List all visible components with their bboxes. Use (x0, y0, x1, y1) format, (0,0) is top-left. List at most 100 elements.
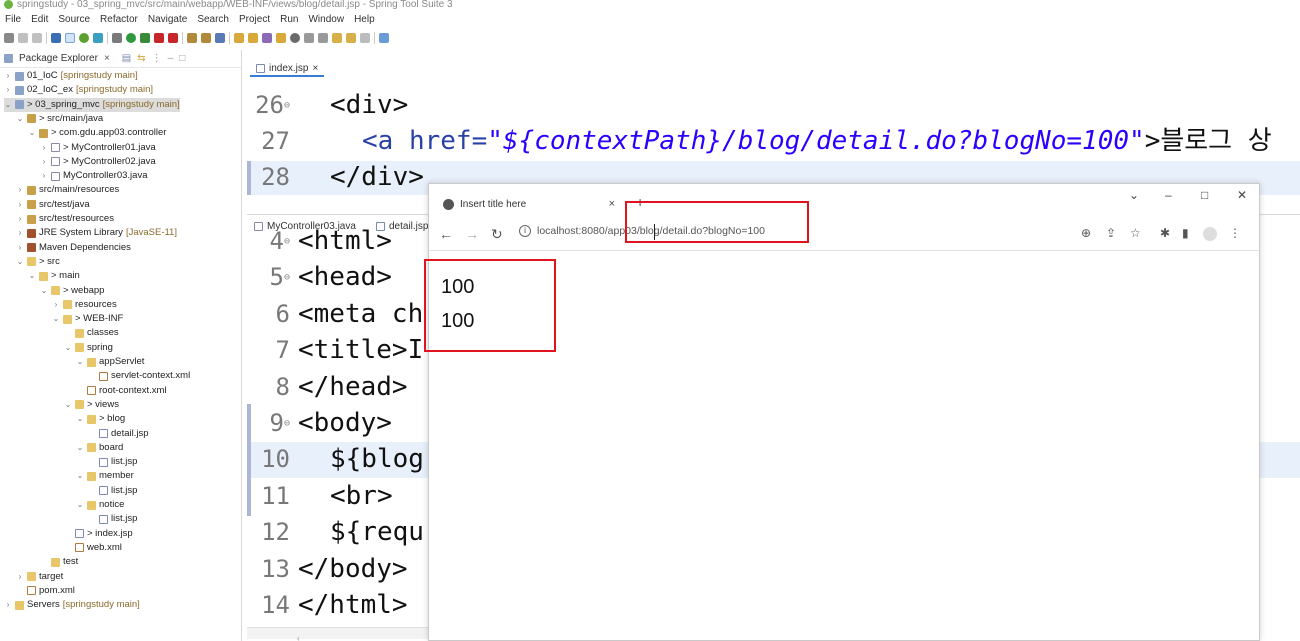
code-line-14[interactable]: </html> (298, 588, 408, 622)
code-line-13[interactable]: </body> (298, 552, 408, 586)
expand-toggle-icon[interactable]: ⌄ (52, 312, 60, 326)
expand-toggle-icon[interactable]: ⌄ (76, 355, 84, 369)
tree-item[interactable]: test (40, 555, 78, 569)
tree-item[interactable]: ⌄ > views (64, 398, 119, 412)
open-task-icon[interactable] (248, 33, 258, 43)
spring-boot-icon[interactable] (79, 33, 89, 43)
tree-item[interactable]: ⌄ > 03_spring_mvc [springstudy main] (4, 97, 180, 112)
collapse-all-icon[interactable]: ▤ (122, 53, 131, 64)
code-line-6[interactable]: <meta ch (298, 297, 423, 331)
menu-window[interactable]: Window (308, 14, 344, 25)
expand-toggle-icon[interactable]: › (4, 69, 12, 83)
code-line-8[interactable]: </head> (298, 370, 408, 404)
perspective-icon[interactable] (379, 33, 389, 43)
tree-item[interactable]: ⌄ appServlet (76, 355, 145, 369)
expand-toggle-icon[interactable]: › (40, 141, 48, 155)
tree-item[interactable]: › > MyController01.java (40, 141, 156, 155)
tree-item[interactable]: › src/test/resources (16, 212, 114, 226)
site-info-icon[interactable]: i (519, 225, 531, 237)
back-icon[interactable] (346, 33, 356, 43)
tree-item[interactable]: web.xml (64, 541, 122, 555)
side-panel-icon[interactable]: ▮ (1182, 226, 1189, 240)
tree-item[interactable]: › MyController03.java (40, 169, 148, 183)
tree-item[interactable]: ⌄ > src (16, 255, 60, 269)
tree-item[interactable]: › 02_IoC_ex [springstudy main] (4, 83, 153, 97)
expand-toggle-icon[interactable]: ⌄ (4, 98, 12, 112)
tree-item[interactable]: ⌄ member (76, 469, 134, 483)
close-view-icon[interactable]: × (104, 53, 110, 64)
expand-toggle-icon[interactable]: ⌄ (16, 255, 24, 269)
back-icon[interactable]: ← (439, 226, 453, 242)
tree-item[interactable]: pom.xml (16, 584, 75, 598)
new-project-icon[interactable] (187, 33, 197, 43)
code-line-5[interactable]: <head> (298, 260, 392, 294)
expand-toggle-icon[interactable]: ⌄ (64, 398, 72, 412)
search-icon[interactable] (276, 33, 286, 43)
expand-toggle-icon[interactable]: ⌄ (76, 469, 84, 483)
debug-icon[interactable] (112, 33, 122, 43)
tab-search-icon[interactable]: ⌄ (1129, 188, 1139, 202)
zoom-icon[interactable]: ⊕ (1081, 226, 1091, 240)
menu-kebab-icon[interactable]: ⋮ (1229, 226, 1241, 240)
expand-toggle-icon[interactable]: ⌄ (76, 412, 84, 426)
tree-item[interactable]: ⌄ > webapp (40, 284, 105, 298)
globe-icon[interactable] (290, 33, 300, 43)
run-server-icon[interactable] (140, 33, 150, 43)
tree-item[interactable]: classes (64, 326, 119, 340)
expand-toggle-icon[interactable]: › (4, 598, 12, 612)
forward-icon[interactable] (360, 33, 370, 43)
close-window-icon[interactable]: ✕ (1237, 188, 1247, 202)
close-tab-icon[interactable]: × (312, 63, 318, 74)
filter-icon[interactable]: ⋮ (152, 53, 162, 64)
expand-toggle-icon[interactable]: ⌄ (28, 126, 36, 140)
disconnect-icon[interactable] (168, 33, 178, 43)
new-class-icon[interactable] (215, 33, 225, 43)
package-explorer-title[interactable]: Package Explorer (19, 53, 98, 64)
expand-toggle-icon[interactable]: ⌄ (64, 341, 72, 355)
tree-item[interactable]: › src/test/java (16, 198, 90, 212)
annotation-icon[interactable] (262, 33, 272, 43)
tree-item[interactable]: › JRE System Library [JavaSE-11] (16, 226, 177, 240)
expand-toggle-icon[interactable]: ⌄ (40, 284, 48, 298)
code-line-12[interactable]: ${requ (330, 515, 424, 549)
bookmark-star-icon[interactable]: ☆ (1130, 226, 1141, 240)
menu-edit[interactable]: Edit (31, 14, 48, 25)
tree-item[interactable]: list.jsp (88, 484, 137, 498)
tree-item[interactable]: › > MyController02.java (40, 155, 156, 169)
tree-item[interactable]: › target (16, 570, 64, 584)
tree-item[interactable]: root-context.xml (76, 384, 167, 398)
browser-tab[interactable]: Insert title here × (435, 192, 625, 216)
stop-icon[interactable] (154, 33, 164, 43)
tree-item[interactable]: ⌄ > blog (76, 412, 126, 426)
code-line-4[interactable]: <html> (298, 224, 392, 258)
prev-annotation-icon[interactable] (318, 33, 328, 43)
minimize-icon[interactable]: – (1165, 188, 1172, 202)
toggle-icon[interactable] (65, 33, 75, 43)
expand-toggle-icon[interactable]: › (16, 570, 24, 584)
menu-refactor[interactable]: Refactor (100, 14, 138, 25)
fold-toggle-icon[interactable]: ⊖ (284, 418, 290, 429)
tree-item[interactable]: detail.jsp (88, 427, 149, 441)
tree-item[interactable]: › Maven Dependencies (16, 241, 131, 255)
tree-item[interactable]: ⌄ > WEB-INF (52, 312, 124, 326)
expand-toggle-icon[interactable]: ⌄ (28, 269, 36, 283)
fold-toggle-icon[interactable]: ⊖ (284, 272, 290, 283)
extensions-icon[interactable]: ✱ (1160, 226, 1170, 240)
save-all-icon[interactable] (32, 33, 42, 43)
expand-toggle-icon[interactable]: › (16, 212, 24, 226)
share-icon[interactable]: ⇪ (1106, 226, 1116, 240)
fold-toggle-icon[interactable]: ⊖ (284, 236, 290, 247)
tree-item[interactable]: ⌄ > com.gdu.app03.controller (28, 126, 167, 140)
close-tab-icon[interactable]: × (609, 198, 615, 210)
tree-item[interactable]: › 01_IoC [springstudy main] (4, 69, 138, 83)
menu-navigate[interactable]: Navigate (148, 14, 187, 25)
new-package-icon[interactable] (201, 33, 211, 43)
new-icon[interactable] (4, 33, 14, 43)
expand-toggle-icon[interactable]: ⌄ (76, 441, 84, 455)
link-editor-icon[interactable]: ⇆ (137, 53, 145, 64)
expand-toggle-icon[interactable]: › (16, 183, 24, 197)
last-edit-icon[interactable] (332, 33, 342, 43)
tree-item[interactable]: › Servers [springstudy main] (4, 598, 140, 612)
reload-icon[interactable]: ↻ (491, 226, 503, 243)
menu-source[interactable]: Source (58, 14, 90, 25)
